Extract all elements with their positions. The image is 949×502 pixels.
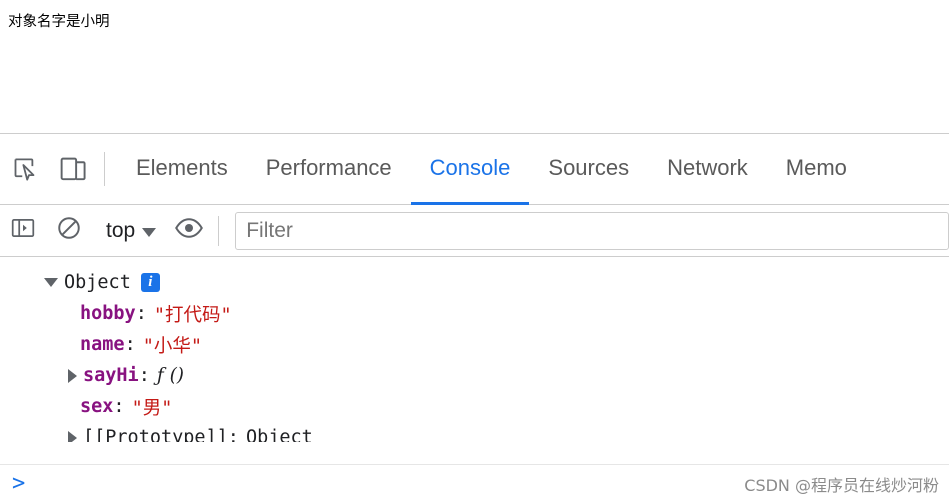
tab-performance[interactable]: Performance — [247, 134, 411, 205]
property-value: ƒ () — [156, 365, 185, 386]
toggle-device-toolbar-button[interactable] — [48, 134, 96, 205]
clear-console-icon — [56, 215, 82, 246]
property-key: name — [80, 334, 125, 355]
property-colon: : — [113, 396, 125, 417]
property-value: "小华" — [142, 335, 202, 357]
chevron-down-icon — [142, 227, 157, 237]
console-property-row[interactable]: name : "小华" — [0, 329, 949, 360]
page-content-area: 对象名字是小明 — [0, 0, 949, 133]
execution-context-selector[interactable]: top — [92, 219, 166, 243]
devtools-toolbar: Elements Performance Console Sources Net… — [0, 134, 949, 205]
console-filter-input[interactable] — [235, 211, 949, 250]
inspect-element-button[interactable] — [0, 134, 48, 205]
show-console-sidebar-icon — [10, 215, 36, 246]
console-prompt-row[interactable]: > CSDN @程序员在线炒河粉 — [0, 464, 949, 502]
console-object-root[interactable]: Object i — [0, 267, 949, 298]
console-property-row[interactable]: hobby : "打代码" — [0, 298, 949, 329]
property-value: "男" — [131, 397, 173, 419]
cursor-inspect-icon — [11, 156, 38, 183]
disclosure-triangle-expanded-icon[interactable] — [44, 278, 58, 287]
property-value: "打代码" — [153, 304, 232, 326]
tab-sources[interactable]: Sources — [529, 134, 648, 205]
console-sidebar-toggle-button[interactable] — [0, 205, 46, 257]
console-property-row[interactable]: sayHi : ƒ () — [0, 360, 949, 391]
page-content-text: 对象名字是小明 — [8, 14, 110, 30]
toolbar-divider — [104, 152, 105, 186]
console-property-row[interactable]: sex : "男" — [0, 391, 949, 422]
property-key: hobby — [80, 303, 136, 324]
info-badge-icon: i — [140, 273, 160, 292]
property-colon: : — [227, 427, 239, 442]
console-filter-bar: top — [0, 205, 949, 257]
devtools-tabs: Elements Performance Console Sources Net… — [117, 134, 866, 205]
watermark-text: CSDN @程序员在线炒河粉 — [744, 476, 939, 495]
execution-context-label: top — [106, 218, 136, 242]
tab-memory[interactable]: Memo — [767, 134, 866, 205]
property-key: sayHi — [83, 365, 139, 386]
devtools-panel: Elements Performance Console Sources Net… — [0, 133, 949, 502]
object-label: Object — [64, 272, 131, 293]
disclosure-triangle-collapsed-icon[interactable] — [68, 368, 77, 383]
property-key: [[Prototype]] — [83, 427, 228, 442]
device-toggle-icon — [58, 155, 87, 184]
property-key: sex — [80, 396, 114, 417]
eye-icon — [174, 213, 204, 248]
clear-console-button[interactable] — [46, 205, 92, 257]
live-expression-button[interactable] — [166, 205, 212, 257]
property-value: Object — [245, 427, 313, 442]
tab-network[interactable]: Network — [648, 134, 767, 205]
console-output: Object i hobby : "打代码" name : "小华" sayHi… — [0, 257, 949, 442]
property-colon: : — [138, 365, 150, 386]
tab-elements[interactable]: Elements — [117, 134, 247, 205]
prompt-chevron-icon: > — [12, 470, 26, 496]
disclosure-triangle-collapsed-icon[interactable] — [68, 430, 77, 442]
property-colon: : — [124, 334, 136, 355]
property-colon: : — [135, 303, 147, 324]
tab-console[interactable]: Console — [410, 134, 530, 205]
filterbar-divider — [218, 215, 220, 246]
console-prototype-row[interactable]: [[Prototype]] : Object — [0, 422, 949, 442]
